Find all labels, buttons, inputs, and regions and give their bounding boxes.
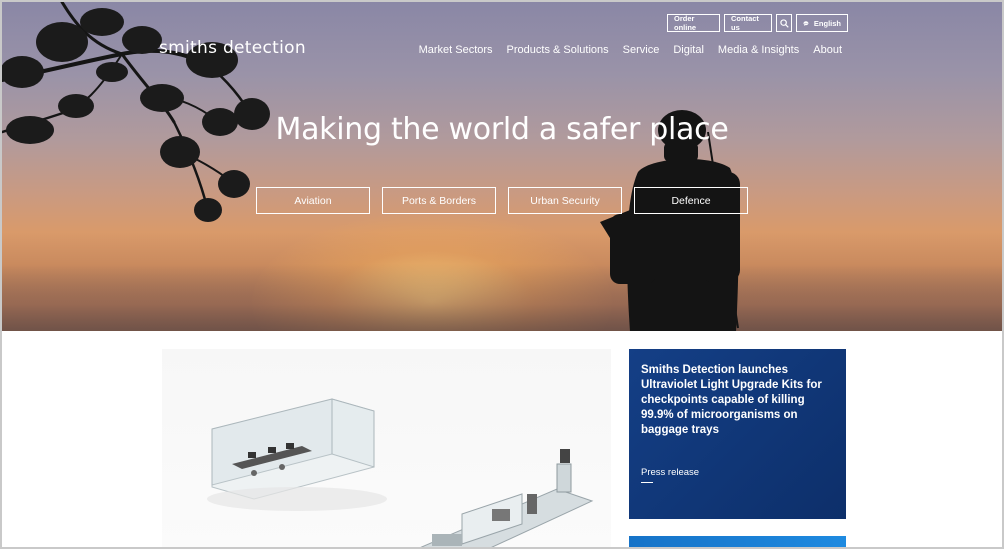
browser-frame: smiths detection Order online Contact us… [0, 0, 1004, 549]
search-icon [779, 18, 789, 28]
language-selector[interactable]: English [796, 14, 848, 32]
sector-buttons: Aviation Ports & Borders Urban Security … [256, 187, 748, 214]
news-underline [641, 482, 653, 483]
contact-us-button[interactable]: Contact us [724, 14, 772, 32]
sector-ports-borders-button[interactable]: Ports & Borders [382, 187, 496, 214]
nav-about[interactable]: About [813, 44, 842, 56]
nav-digital[interactable]: Digital [673, 44, 704, 56]
content-section: Smiths Detection launches Ultraviolet Li… [2, 331, 1002, 547]
search-button[interactable] [776, 14, 792, 32]
language-label: English [813, 18, 841, 28]
screening-booth [207, 398, 387, 511]
nav-market-sectors[interactable]: Market Sectors [419, 44, 493, 56]
utility-bar: Order online Contact us English [667, 14, 848, 32]
sector-urban-security-button[interactable]: Urban Security [508, 187, 622, 214]
main-nav: Market Sectors Products & Solutions Serv… [419, 44, 842, 56]
globe-speech-icon [803, 20, 809, 26]
checkpoint-product-image[interactable] [162, 349, 611, 547]
nav-products-solutions[interactable]: Products & Solutions [507, 44, 609, 56]
conveyor-lane [420, 449, 594, 547]
sector-aviation-button[interactable]: Aviation [256, 187, 370, 214]
sector-defence-button[interactable]: Defence [634, 187, 748, 214]
hero-banner: smiths detection Order online Contact us… [2, 2, 1002, 331]
smiths-detection-logo[interactable]: smiths detection [159, 38, 306, 58]
news-card[interactable]: Smiths Detection launches Ultraviolet Li… [629, 349, 846, 519]
hero-title: Making the world a safer place [275, 112, 729, 147]
horizon-haze [2, 264, 1002, 331]
nav-media-insights[interactable]: Media & Insights [718, 44, 799, 56]
news-title[interactable]: Smiths Detection launches Ultraviolet Li… [641, 363, 834, 438]
next-news-card[interactable] [629, 536, 846, 547]
nav-service[interactable]: Service [623, 44, 660, 56]
order-online-button[interactable]: Order online [667, 14, 720, 32]
news-type-label: Press release [641, 467, 700, 478]
checkpoint-illustration [207, 398, 594, 547]
